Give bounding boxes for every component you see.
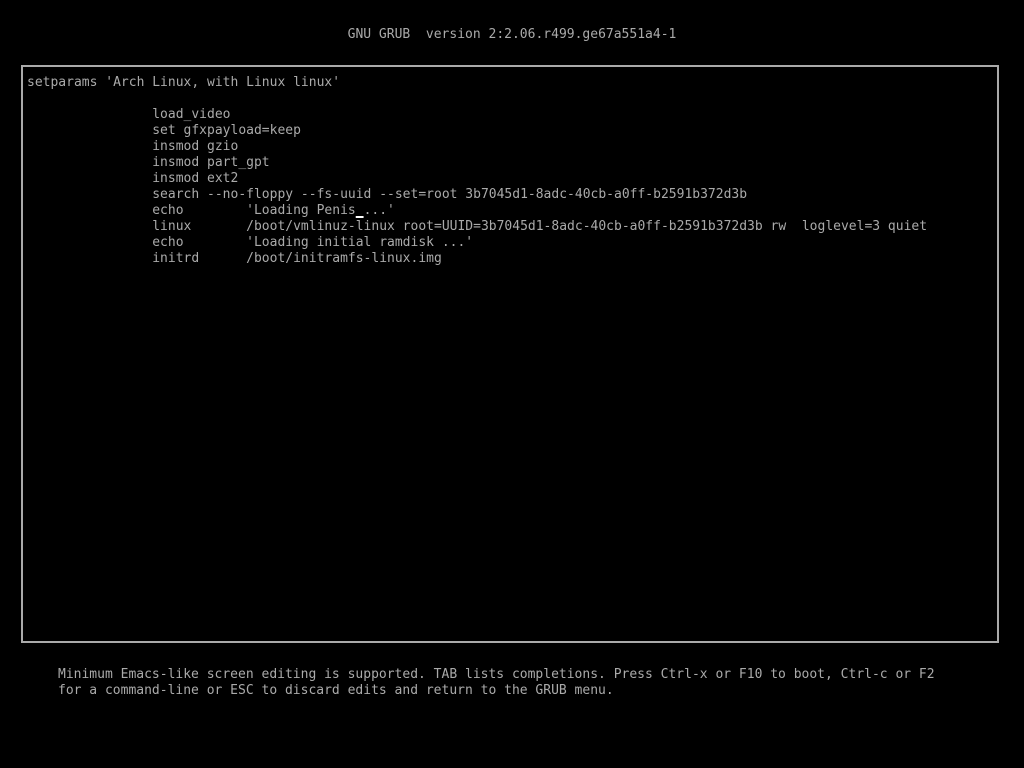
help-text: Minimum Emacs-like screen editing is sup… [58, 667, 978, 699]
cursor-line-before: echo 'Loading Penis [27, 203, 356, 218]
help-line: Minimum Emacs-like screen editing is sup… [58, 667, 935, 682]
editor-line[interactable]: insmod gzio [27, 139, 993, 155]
editor-line[interactable]: search --no-floppy --fs-uuid --set=root … [27, 187, 993, 203]
editor-line[interactable]: set gfxpayload=keep [27, 123, 993, 139]
help-line: for a command-line or ESC to discard edi… [58, 683, 614, 698]
text-cursor [356, 203, 364, 218]
editor-line[interactable]: echo 'Loading initial ramdisk ...' [27, 235, 993, 251]
grub-version-header: GNU GRUB version 2:2.06.r499.ge67a551a4-… [347, 27, 677, 42]
boot-entry-editor[interactable]: setparams 'Arch Linux, with Linux linux'… [21, 65, 999, 643]
editor-line-with-cursor[interactable]: echo 'Loading Penis ...' [27, 203, 993, 219]
editor-line[interactable]: setparams 'Arch Linux, with Linux linux' [27, 75, 993, 91]
editor-line[interactable]: insmod part_gpt [27, 155, 993, 171]
editor-line[interactable]: load_video [27, 107, 993, 123]
editor-line[interactable] [27, 91, 993, 107]
editor-line[interactable]: initrd /boot/initramfs-linux.img [27, 251, 993, 267]
editor-line[interactable]: linux /boot/vmlinuz-linux root=UUID=3b70… [27, 219, 993, 235]
cursor-line-after: ...' [363, 203, 395, 218]
editor-line[interactable]: insmod ext2 [27, 171, 993, 187]
